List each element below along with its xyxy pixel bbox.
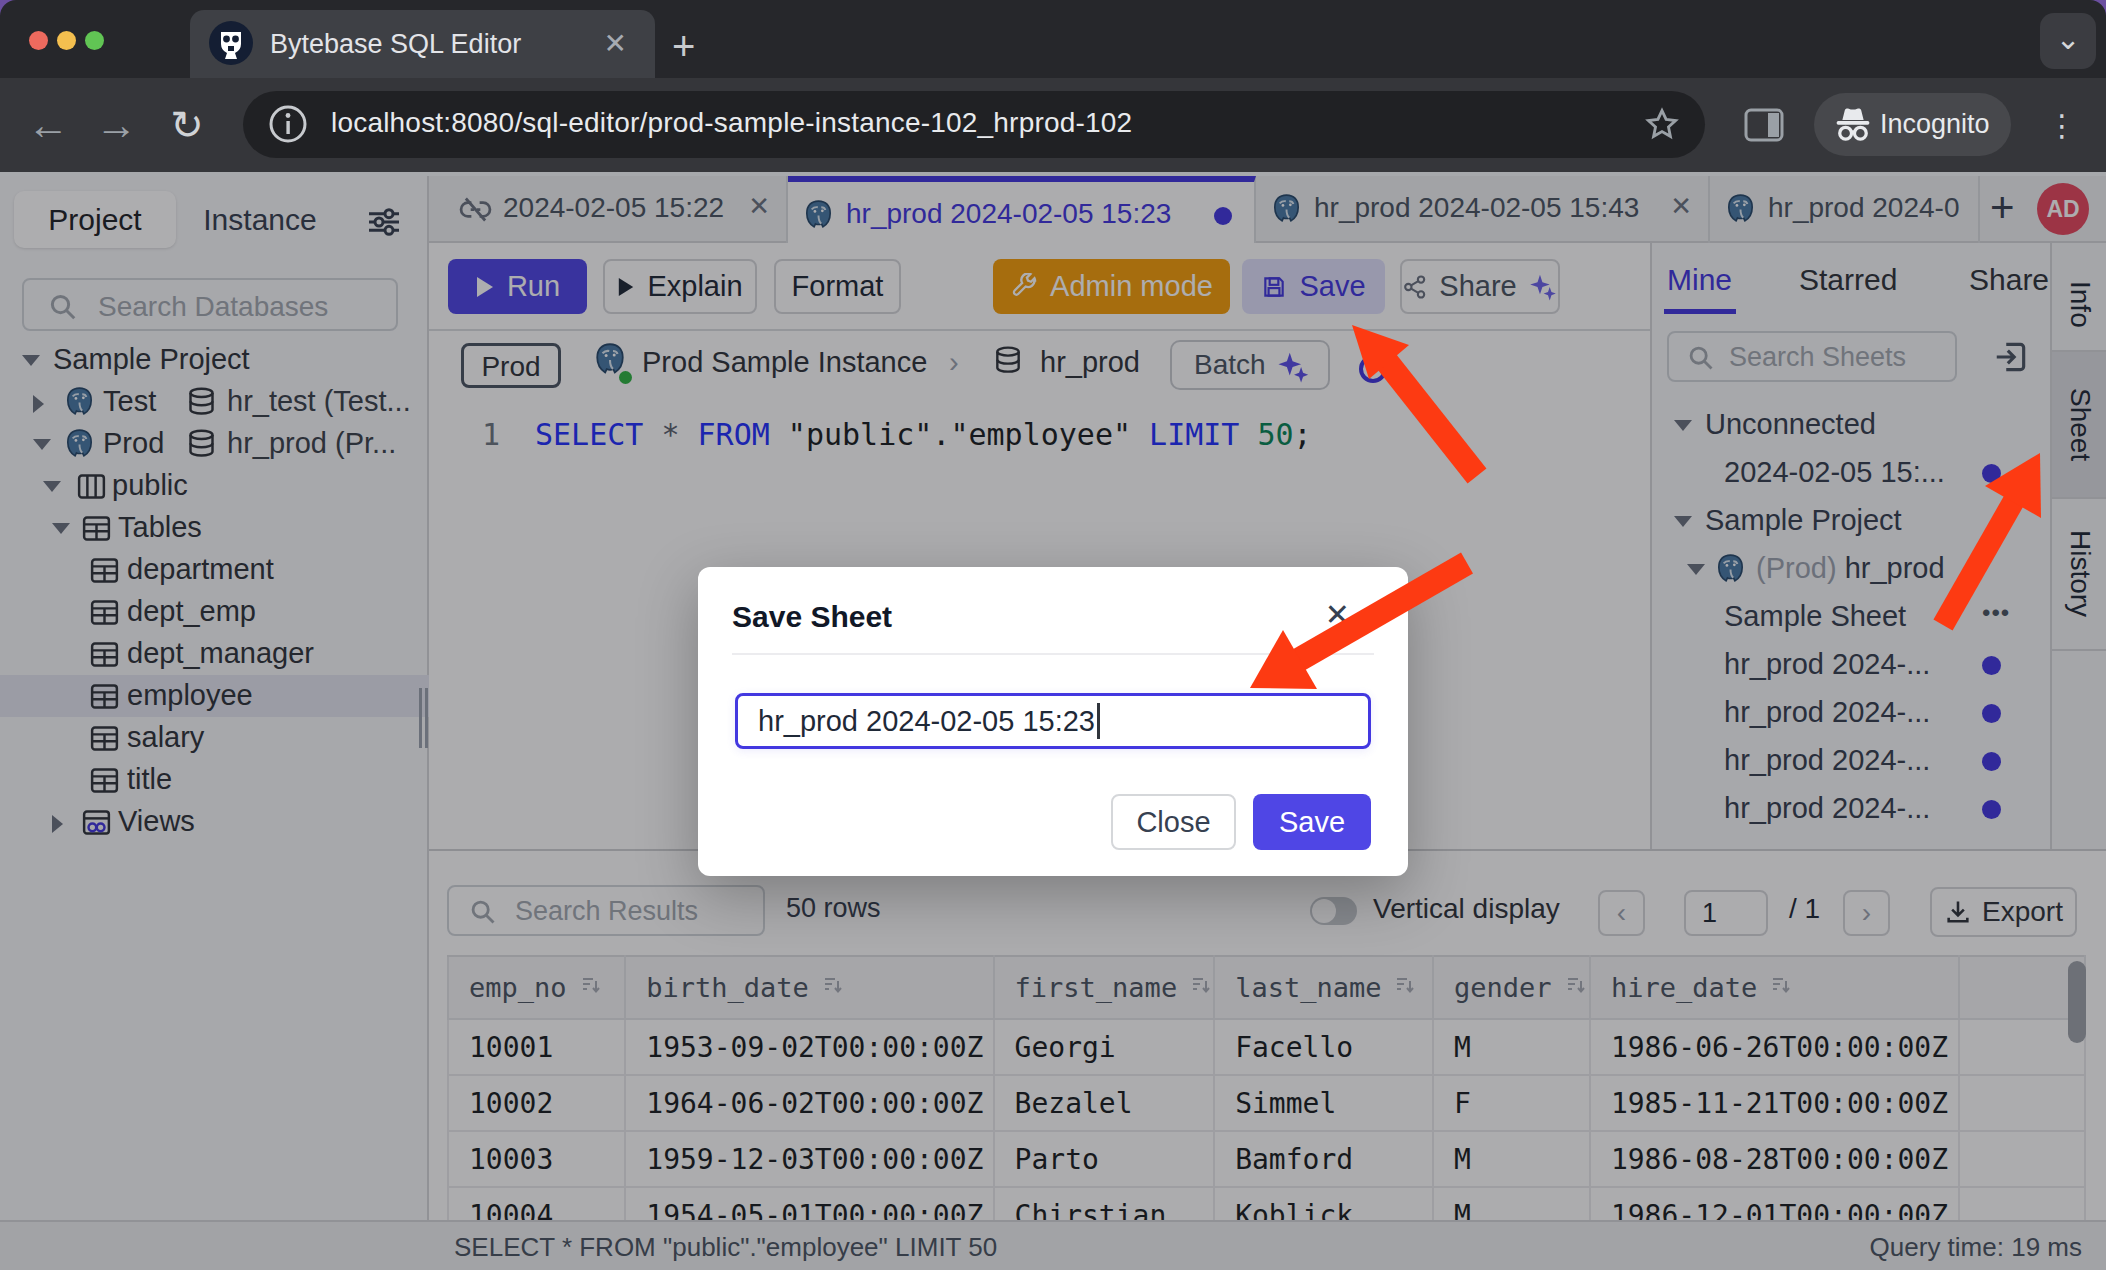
incognito-icon xyxy=(1833,107,1873,143)
text-cursor xyxy=(1097,703,1100,739)
new-tab-button[interactable]: + xyxy=(672,24,695,69)
browser-menu-icon[interactable]: ⋮ xyxy=(2040,78,2084,172)
browser-tabstrip: Bytebase SQL Editor ✕ + ⌄ xyxy=(0,0,2106,78)
sheet-name-value: hr_prod 2024-02-05 15:23 xyxy=(758,705,1095,738)
dialog-save-button[interactable]: Save xyxy=(1253,794,1371,850)
browser-navbar: ← → ↻ localhost:8080/sql-editor/prod-sam… xyxy=(0,78,2106,172)
browser-tab[interactable]: Bytebase SQL Editor ✕ xyxy=(190,10,655,78)
incognito-label: Incognito xyxy=(1880,109,1990,140)
browser-window: Bytebase SQL Editor ✕ + ⌄ ← → ↻ localhos… xyxy=(0,0,2106,1270)
side-panel-icon[interactable] xyxy=(1738,78,1790,172)
traffic-close-button[interactable] xyxy=(29,31,48,50)
address-bar[interactable]: localhost:8080/sql-editor/prod-sample-in… xyxy=(243,91,1705,158)
dialog-title: Save Sheet xyxy=(732,600,892,634)
bookmark-star-icon[interactable] xyxy=(1643,105,1681,143)
site-info-icon[interactable] xyxy=(265,101,311,147)
incognito-badge: Incognito xyxy=(1814,93,2011,156)
traffic-zoom-button[interactable] xyxy=(85,31,104,50)
browser-tab-close-icon[interactable]: ✕ xyxy=(604,27,627,60)
dialog-divider xyxy=(732,653,1374,655)
save-sheet-dialog: Save Sheet ✕ hr_prod 2024-02-05 15:23 Cl… xyxy=(698,567,1408,876)
dialog-close-button[interactable]: Close xyxy=(1111,794,1236,850)
sheet-name-input[interactable]: hr_prod 2024-02-05 15:23 xyxy=(735,693,1371,749)
browser-tab-title: Bytebase SQL Editor xyxy=(270,29,521,60)
url-text: localhost:8080/sql-editor/prod-sample-in… xyxy=(331,107,1132,139)
dialog-close-icon[interactable]: ✕ xyxy=(1325,597,1350,632)
traffic-minimize-button[interactable] xyxy=(57,31,76,50)
forward-button[interactable]: → xyxy=(90,78,142,172)
bytebase-favicon xyxy=(208,20,254,66)
back-button[interactable]: ← xyxy=(22,78,74,172)
tab-search-chevron-button[interactable]: ⌄ xyxy=(2040,13,2096,69)
reload-button[interactable]: ↻ xyxy=(161,78,213,172)
